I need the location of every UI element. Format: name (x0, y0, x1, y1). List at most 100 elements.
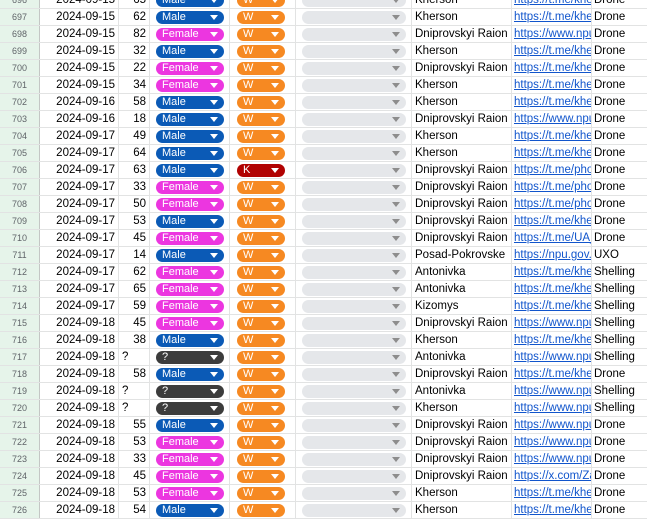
source-link[interactable]: https://t.me/kher (514, 504, 591, 516)
sex-cell[interactable]: Male (150, 128, 230, 144)
code-dropdown-chip[interactable]: W (237, 129, 285, 143)
type-cell[interactable]: Drone (592, 417, 647, 433)
sex-cell[interactable]: Female (150, 281, 230, 297)
type-cell[interactable]: Drone (592, 9, 647, 25)
age-cell[interactable]: 82 (119, 26, 150, 42)
empty-dropdown-cell[interactable] (296, 145, 412, 161)
empty-dropdown-chip[interactable] (302, 282, 406, 296)
dropdown-arrow-icon[interactable] (210, 371, 218, 377)
date-cell[interactable]: 2024-09-17 (40, 128, 119, 144)
code-dropdown-chip[interactable]: W (237, 486, 285, 500)
dropdown-arrow-icon[interactable] (271, 473, 279, 479)
dropdown-arrow-icon[interactable] (271, 31, 279, 37)
sex-cell[interactable]: Female (150, 264, 230, 280)
age-cell[interactable]: 38 (119, 332, 150, 348)
sex-cell[interactable]: Male (150, 111, 230, 127)
dropdown-arrow-icon[interactable] (210, 218, 218, 224)
code-dropdown-chip[interactable]: K (237, 163, 285, 177)
dropdown-arrow-icon[interactable] (210, 99, 218, 105)
location-cell[interactable]: Dniprovskyi Raion (412, 451, 512, 467)
empty-dropdown-chip[interactable] (302, 197, 406, 211)
sex-dropdown-chip[interactable]: Male (156, 214, 224, 228)
empty-dropdown-cell[interactable] (296, 332, 412, 348)
dropdown-arrow-icon[interactable] (210, 269, 218, 275)
code-cell[interactable]: W (230, 128, 296, 144)
dropdown-arrow-icon[interactable] (271, 48, 279, 54)
code-cell[interactable]: W (230, 230, 296, 246)
dropdown-arrow-icon[interactable] (392, 0, 400, 3)
dropdown-arrow-icon[interactable] (210, 150, 218, 156)
code-dropdown-chip[interactable]: W (237, 350, 285, 364)
row-number[interactable]: 697 (0, 9, 40, 25)
sex-cell[interactable]: ? (150, 383, 230, 399)
date-cell[interactable]: 2024-09-16 (40, 111, 119, 127)
age-cell[interactable]: 59 (119, 298, 150, 314)
sex-dropdown-chip[interactable]: Female (156, 282, 224, 296)
sex-dropdown-chip[interactable]: Male (156, 0, 224, 7)
source-link-cell[interactable]: https://t.me/kher (512, 43, 592, 59)
date-cell[interactable]: 2024-09-17 (40, 230, 119, 246)
age-cell[interactable]: 64 (119, 145, 150, 161)
location-cell[interactable]: Kherson (412, 43, 512, 59)
age-cell[interactable]: 53 (119, 434, 150, 450)
location-cell[interactable]: Kherson (412, 128, 512, 144)
type-cell[interactable]: Drone (592, 43, 647, 59)
code-cell[interactable]: W (230, 9, 296, 25)
code-cell[interactable]: W (230, 298, 296, 314)
row-number[interactable]: 715 (0, 315, 40, 331)
source-link-cell[interactable]: https://t.me/kher (512, 366, 592, 382)
source-link-cell[interactable]: https://t.me/kher (512, 94, 592, 110)
row-number[interactable]: 705 (0, 145, 40, 161)
date-cell[interactable]: 2024-09-18 (40, 468, 119, 484)
empty-dropdown-chip[interactable] (302, 0, 406, 7)
code-dropdown-chip[interactable]: W (237, 61, 285, 75)
location-cell[interactable]: Dniprovskyi Raion (412, 417, 512, 433)
sex-cell[interactable]: Male (150, 213, 230, 229)
type-cell[interactable]: Shelling (592, 264, 647, 280)
empty-dropdown-cell[interactable] (296, 196, 412, 212)
code-dropdown-chip[interactable]: W (237, 180, 285, 194)
source-link-cell[interactable]: https://t.me/kher (512, 128, 592, 144)
sex-cell[interactable]: Female (150, 315, 230, 331)
dropdown-arrow-icon[interactable] (271, 133, 279, 139)
row-number[interactable]: 712 (0, 264, 40, 280)
date-cell[interactable]: 2024-09-15 (40, 9, 119, 25)
date-cell[interactable]: 2024-09-18 (40, 315, 119, 331)
source-link[interactable]: https://npu.gov.u (514, 249, 591, 261)
code-cell[interactable]: W (230, 94, 296, 110)
age-cell[interactable]: 65 (119, 0, 150, 8)
row-number[interactable]: 717 (0, 349, 40, 365)
source-link[interactable]: https://www.npu (514, 351, 591, 363)
dropdown-arrow-icon[interactable] (271, 303, 279, 309)
date-cell[interactable]: 2024-09-18 (40, 485, 119, 501)
sex-cell[interactable]: Female (150, 434, 230, 450)
date-cell[interactable]: 2024-09-17 (40, 281, 119, 297)
dropdown-arrow-icon[interactable] (210, 0, 218, 3)
empty-dropdown-chip[interactable] (302, 44, 406, 58)
date-cell[interactable]: 2024-09-16 (40, 94, 119, 110)
date-cell[interactable]: 2024-09-17 (40, 162, 119, 178)
code-dropdown-chip[interactable]: W (237, 384, 285, 398)
location-cell[interactable]: Antonivka (412, 383, 512, 399)
dropdown-arrow-icon[interactable] (392, 354, 400, 360)
empty-dropdown-cell[interactable] (296, 213, 412, 229)
row-number[interactable]: 696 (0, 0, 40, 8)
type-cell[interactable]: Shelling (592, 383, 647, 399)
dropdown-arrow-icon[interactable] (210, 337, 218, 343)
empty-dropdown-chip[interactable] (302, 78, 406, 92)
source-link-cell[interactable]: https://t.me/kher (512, 281, 592, 297)
source-link[interactable]: https://t.me/kher (514, 266, 591, 278)
dropdown-arrow-icon[interactable] (210, 473, 218, 479)
row-number[interactable]: 706 (0, 162, 40, 178)
source-link[interactable]: https://t.me/UA_ (514, 232, 591, 244)
dropdown-arrow-icon[interactable] (392, 99, 400, 105)
type-cell[interactable]: Drone (592, 26, 647, 42)
type-cell[interactable]: Shelling (592, 281, 647, 297)
code-dropdown-chip[interactable]: W (237, 214, 285, 228)
dropdown-arrow-icon[interactable] (392, 507, 400, 513)
dropdown-arrow-icon[interactable] (210, 405, 218, 411)
source-link-cell[interactable]: https://t.me/phor (512, 179, 592, 195)
code-cell[interactable]: W (230, 502, 296, 518)
dropdown-arrow-icon[interactable] (392, 252, 400, 258)
location-cell[interactable]: Kherson (412, 485, 512, 501)
